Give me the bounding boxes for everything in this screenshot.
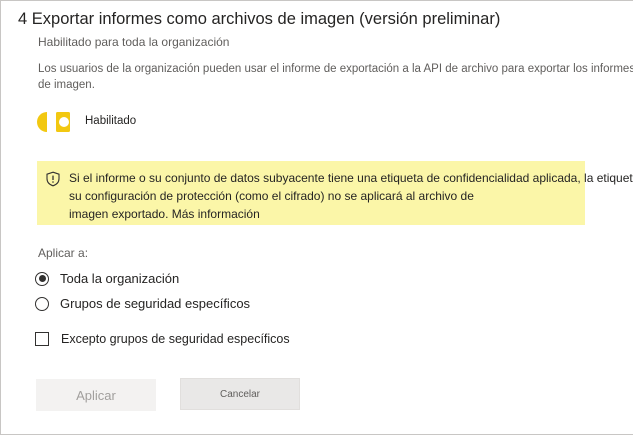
learn-more-link[interactable]: Más información (172, 207, 260, 221)
except-security-groups-checkbox-row[interactable]: Excepto grupos de seguridad específicos (35, 332, 290, 346)
warning-line2: su configuración de protección (como el … (69, 189, 474, 203)
setting-title: 4 Exportar informes como archivos de ima… (18, 10, 501, 28)
apply-to-label: Aplicar a: (38, 246, 89, 260)
radio-button-checked[interactable] (35, 271, 49, 286)
radio-label-specific-security-groups: Grupos de seguridad específicos (60, 296, 251, 311)
warning-line1: Si el informe o su conjunto de datos sub… (69, 171, 633, 185)
warning-line3: imagen exportado. (69, 207, 169, 221)
enabled-toggle[interactable] (35, 111, 73, 133)
apply-button[interactable]: Aplicar (36, 379, 156, 411)
radio-label-entire-organization: Toda la organización (60, 271, 180, 286)
toggle-label: Habilitado (85, 115, 137, 127)
radio-entire-organization[interactable]: Toda la organización (35, 271, 179, 286)
tenant-setting-panel: 4 Exportar informes como archivos de ima… (0, 0, 633, 435)
sensitivity-warning-banner: Si el informe o su conjunto de datos sub… (37, 161, 633, 225)
warning-shield-icon (45, 171, 61, 187)
radio-specific-security-groups[interactable]: Grupos de seguridad específicos (35, 296, 250, 311)
cancel-button[interactable]: Cancelar (180, 378, 300, 410)
setting-description-line1: Los usuarios de la organización pueden u… (38, 63, 633, 75)
except-security-groups-checkbox[interactable] (35, 332, 49, 346)
radio-button-unchecked[interactable] (35, 296, 49, 311)
except-security-groups-label: Excepto grupos de seguridad específicos (61, 332, 290, 346)
warning-text: Si el informe o su conjunto de datos sub… (69, 169, 633, 223)
toggle-on-icon (37, 112, 70, 132)
setting-scope: Habilitado para toda la organización (38, 35, 230, 49)
setting-description-line2: de imagen. (38, 79, 95, 91)
setting-description: Los usuarios de la organización pueden u… (38, 61, 633, 93)
